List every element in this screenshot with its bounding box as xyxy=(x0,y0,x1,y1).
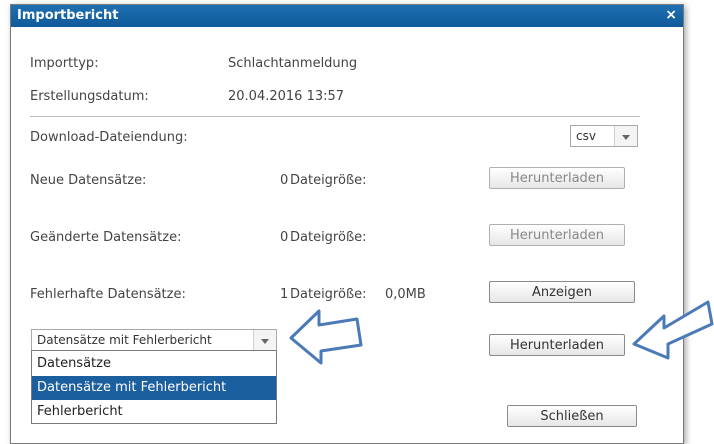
option-error-report[interactable]: Fehlerbericht xyxy=(32,400,276,424)
annotation-arrow-icon xyxy=(289,309,363,365)
new-records-size-label: Dateigröße: xyxy=(290,173,367,188)
error-records-count: 1 xyxy=(280,287,289,302)
changed-records-download-button[interactable]: Herunterladen xyxy=(489,224,625,246)
changed-records-size-label: Dateigröße: xyxy=(290,230,367,245)
import-type-label: Importtyp: xyxy=(30,56,99,71)
chevron-down-icon xyxy=(614,126,637,146)
download-ext-select[interactable]: csv xyxy=(570,125,638,147)
error-download-select[interactable]: Datensätze mit Fehlerbericht xyxy=(31,329,277,351)
option-records[interactable]: Datensätze xyxy=(32,352,276,376)
changed-records-count: 0 xyxy=(280,230,289,245)
show-errors-button[interactable]: Anzeigen xyxy=(489,281,635,303)
new-records-label: Neue Datensätze: xyxy=(30,173,147,188)
dialog-titlebar: Importbericht × xyxy=(11,5,683,27)
changed-records-label: Geänderte Datensätze: xyxy=(30,230,182,245)
close-icon[interactable]: × xyxy=(665,7,677,23)
error-records-size-value: 0,0MB xyxy=(385,287,426,302)
dialog-title: Importbericht xyxy=(17,8,119,23)
error-download-select-value: Datensätze mit Fehlerbericht xyxy=(37,333,212,347)
option-records-with-errors[interactable]: Datensätze mit Fehlerbericht xyxy=(32,376,276,400)
error-download-button[interactable]: Herunterladen xyxy=(489,334,625,356)
error-records-label: Fehlerhafte Datensätze: xyxy=(30,287,186,302)
created-date-value: 20.04.2016 13:57 xyxy=(228,89,345,104)
chevron-down-icon xyxy=(253,330,276,350)
error-download-dropdown: Datensätze Datensätze mit Fehlerbericht … xyxy=(31,350,277,424)
new-records-download-button[interactable]: Herunterladen xyxy=(489,167,625,189)
download-ext-value: csv xyxy=(576,129,596,143)
download-ext-label: Download-Dateiendung: xyxy=(30,130,188,145)
error-records-size-label: Dateigröße: xyxy=(290,287,367,302)
divider xyxy=(30,116,640,117)
new-records-count: 0 xyxy=(280,173,289,188)
import-type-value: Schlachtanmeldung xyxy=(228,56,358,71)
created-date-label: Erstellungsdatum: xyxy=(30,89,149,104)
annotation-arrow-icon xyxy=(632,300,714,360)
close-dialog-button[interactable]: Schließen xyxy=(507,405,637,427)
